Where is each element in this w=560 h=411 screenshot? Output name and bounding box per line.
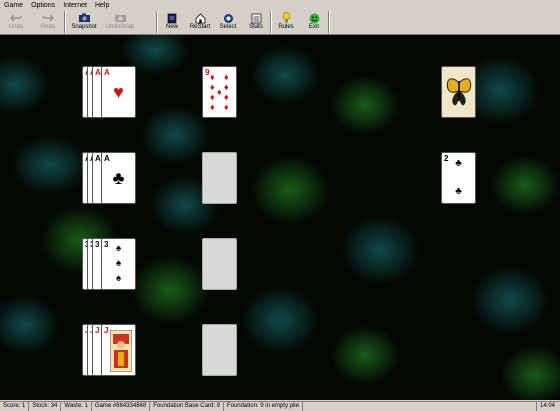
diamond-suit-icon: ♦ xyxy=(224,72,229,82)
empty-foundation-slot[interactable] xyxy=(202,152,237,204)
empty-foundation-slot[interactable] xyxy=(202,238,237,290)
toolbar-separator xyxy=(328,11,330,33)
stats-button[interactable]: Stats xyxy=(242,11,270,33)
diamond-suit-icon: ♦ xyxy=(224,82,229,92)
spade-suit-icon: ♠ xyxy=(115,273,122,284)
stats-label: Stats xyxy=(249,24,263,30)
toolbar: Undo Redo Snapshot UndoSnap New ReStart … xyxy=(0,10,560,35)
toolbar-left-group: Undo Redo Snapshot UndoSnap xyxy=(0,11,138,33)
menu-internet[interactable]: Internet xyxy=(59,2,91,9)
diamond-suit-icon: ♦ xyxy=(217,87,222,97)
spade-suit-icon: ♠ xyxy=(115,258,122,269)
home-icon xyxy=(195,12,206,24)
redo-button[interactable]: Redo xyxy=(32,11,64,33)
card-ace-of-clubs[interactable]: A ♣ xyxy=(101,152,136,204)
jack-face-picture xyxy=(109,329,133,374)
diamond-suit-icon: ♦ xyxy=(210,102,215,112)
exit-label: Exit xyxy=(308,24,319,30)
stock-pile[interactable] xyxy=(441,66,476,118)
card-two-of-clubs[interactable]: 2 ♣ ♣ xyxy=(441,152,476,204)
snapshot-button[interactable]: Snapshot xyxy=(66,11,102,33)
undo-button[interactable]: Undo xyxy=(0,11,32,33)
club-suit-icon: ♣ xyxy=(455,158,462,169)
undo-label: Undo xyxy=(8,24,24,30)
game-table: A A A A ♥ 9 ♦ ♦ ♦ ♦ ♦ ♦ ♦ ♦ ♦ A A A A ♣ xyxy=(0,35,560,400)
stats-icon xyxy=(251,12,262,24)
card-rank: A xyxy=(104,68,110,77)
select-button[interactable]: Select xyxy=(214,11,242,33)
club-suit-icon: ♣ xyxy=(455,186,462,197)
exit-smiley-icon xyxy=(309,12,320,24)
empty-foundation-slot[interactable] xyxy=(202,324,237,376)
select-globe-icon xyxy=(223,12,234,24)
menu-options[interactable]: Options xyxy=(27,2,59,9)
diamond-suit-icon: ♦ xyxy=(224,92,229,102)
new-label: New xyxy=(165,24,178,30)
camera-icon xyxy=(78,12,91,24)
card-three-of-spades[interactable]: 3 ♠ ♠ ♠ xyxy=(101,238,136,290)
select-label: Select xyxy=(219,24,237,30)
toolbar-game-group: New ReStart Select Stats Rules Exit xyxy=(156,11,330,33)
menu-bar: Game Options Internet Help xyxy=(0,0,560,10)
diamond-suit-icon: ♦ xyxy=(224,102,229,112)
card-rank: 9 xyxy=(205,68,210,77)
snapshot-label: Snapshot xyxy=(71,24,97,30)
heart-suit-icon: ♥ xyxy=(113,82,124,102)
diamond-suit-icon: ♦ xyxy=(210,92,215,102)
card-jack-of-hearts[interactable]: J xyxy=(101,324,136,376)
rules-button[interactable]: Rules xyxy=(272,11,300,33)
rules-lightbulb-icon xyxy=(282,12,291,24)
rules-label: Rules xyxy=(278,24,294,30)
card-ace-of-hearts[interactable]: A ♥ xyxy=(101,66,136,118)
card-rank: J xyxy=(104,326,109,335)
exit-button[interactable]: Exit xyxy=(300,11,328,33)
undosnap-label: UndoSnap xyxy=(105,24,135,30)
card-rank: A xyxy=(104,154,110,163)
redo-icon xyxy=(42,12,54,24)
new-game-icon xyxy=(167,12,177,24)
diamond-suit-icon: ♦ xyxy=(210,82,215,92)
card-nine-of-diamonds[interactable]: 9 ♦ ♦ ♦ ♦ ♦ ♦ ♦ ♦ ♦ xyxy=(202,66,237,118)
menu-game[interactable]: Game xyxy=(0,2,27,9)
redo-label: Redo xyxy=(40,24,56,30)
undosnap-icon xyxy=(114,12,127,24)
undo-icon xyxy=(10,12,22,24)
butterfly-card-back-icon xyxy=(442,75,475,111)
club-suit-icon: ♣ xyxy=(112,168,125,188)
restart-label: ReStart xyxy=(189,24,211,30)
new-button[interactable]: New xyxy=(158,11,186,33)
menu-help[interactable]: Help xyxy=(91,2,113,9)
undosnap-button[interactable]: UndoSnap xyxy=(102,11,138,33)
spade-suit-icon: ♠ xyxy=(115,243,122,254)
restart-button[interactable]: ReStart xyxy=(186,11,214,33)
diamond-suit-icon: ♦ xyxy=(210,72,215,82)
